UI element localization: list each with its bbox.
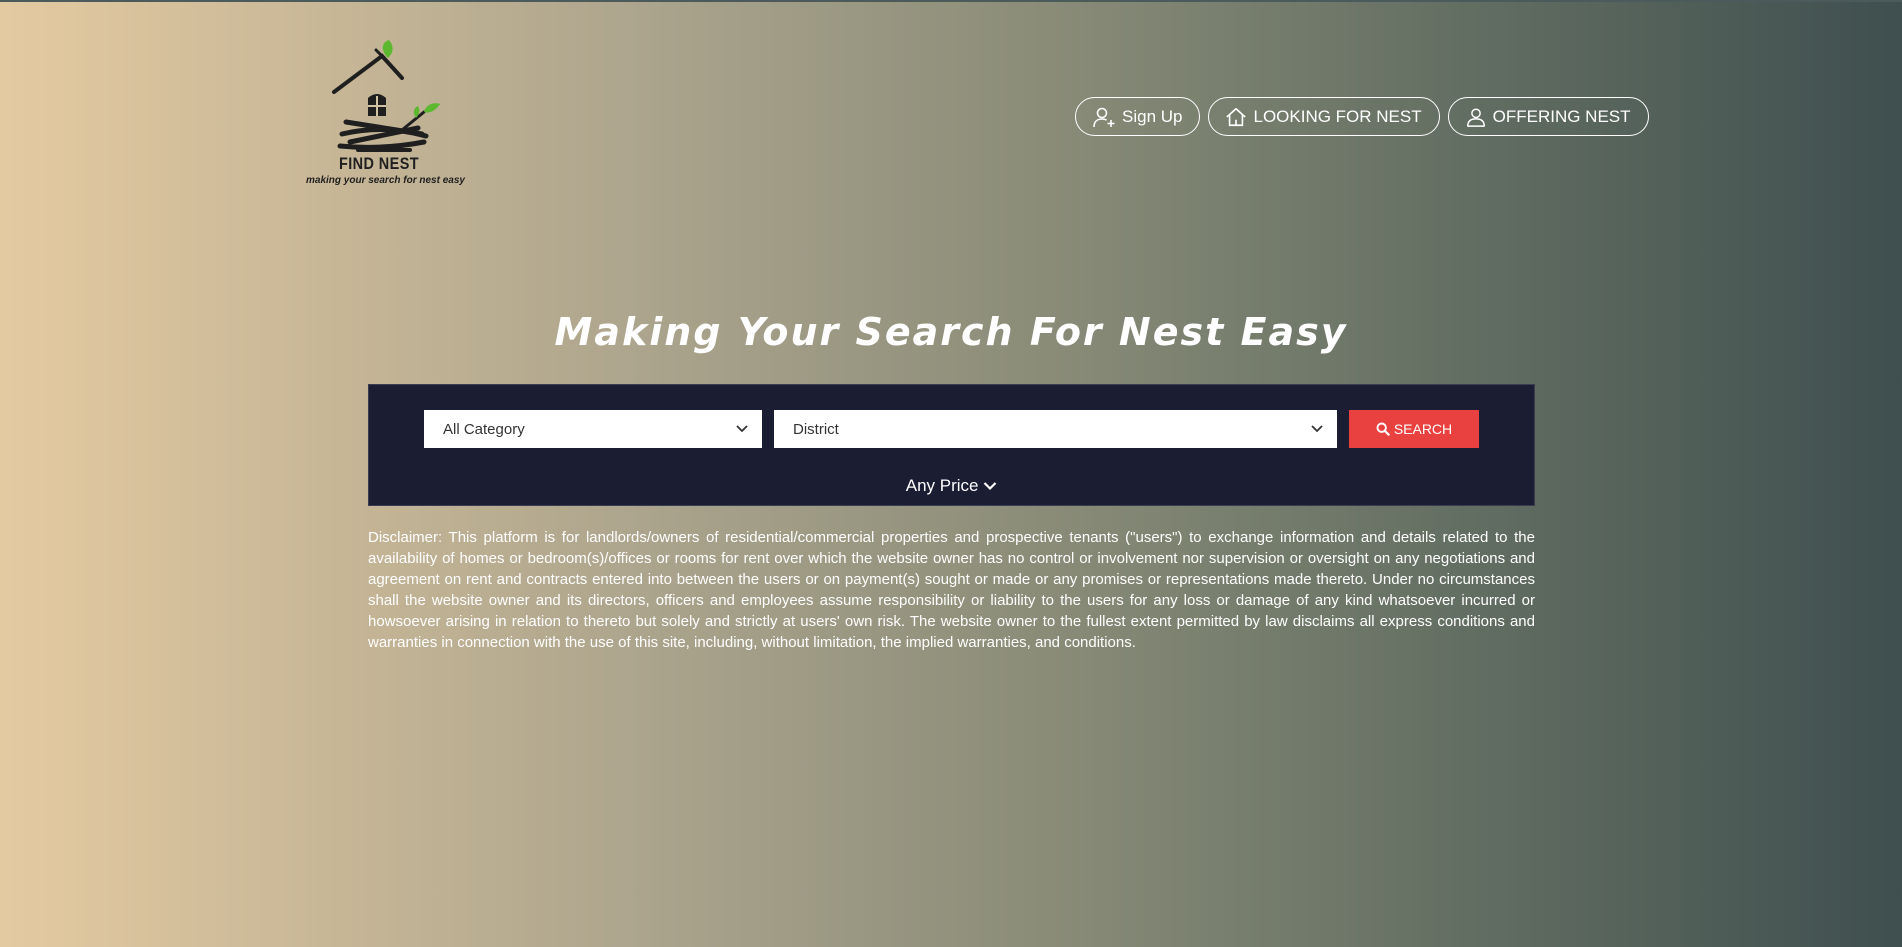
offering-nest-button[interactable]: OFFERING NEST (1447, 97, 1649, 136)
chevron-down-icon (1311, 425, 1323, 433)
header-nav: Sign Up LOOKING FOR NEST OFFERING NEST (1075, 97, 1649, 136)
nest-house-icon (332, 40, 440, 152)
user-plus-icon (1093, 107, 1115, 127)
offering-nest-label: OFFERING NEST (1492, 106, 1631, 126)
chevron-down-icon (983, 481, 997, 490)
price-filter-label: Any Price (905, 475, 979, 495)
logo-tagline: making your search for nest easy (306, 175, 465, 186)
looking-for-nest-button[interactable]: LOOKING FOR NEST (1208, 97, 1440, 136)
district-select-value: District (793, 420, 839, 438)
sign-up-button[interactable]: Sign Up (1075, 97, 1201, 136)
search-icon (1376, 422, 1390, 436)
logo-wordmark: FIND NEST (338, 154, 420, 173)
looking-for-nest-label: LOOKING FOR NEST (1253, 106, 1422, 126)
disclaimer-text: Disclaimer: This platform is for landlor… (368, 529, 1535, 651)
category-select[interactable]: All Category (424, 410, 762, 448)
search-panel: All Category District SEARCH Any Price (368, 384, 1535, 506)
home-icon (1226, 107, 1247, 126)
district-select[interactable]: District (774, 410, 1337, 448)
price-filter-toggle[interactable]: Any Price (369, 475, 1534, 496)
user-icon (1466, 107, 1485, 127)
sign-up-label: Sign Up (1122, 106, 1183, 126)
search-button-label: SEARCH (1393, 421, 1453, 437)
category-select-value: All Category (443, 420, 525, 438)
find-nest-logo[interactable]: FIND NEST making your search for nest ea… (306, 38, 465, 194)
hero-title: Making Your Search For Nest Easy (554, 310, 1348, 354)
search-button[interactable]: SEARCH (1349, 410, 1479, 448)
top-border (0, 0, 1902, 2)
chevron-down-icon (736, 425, 748, 433)
